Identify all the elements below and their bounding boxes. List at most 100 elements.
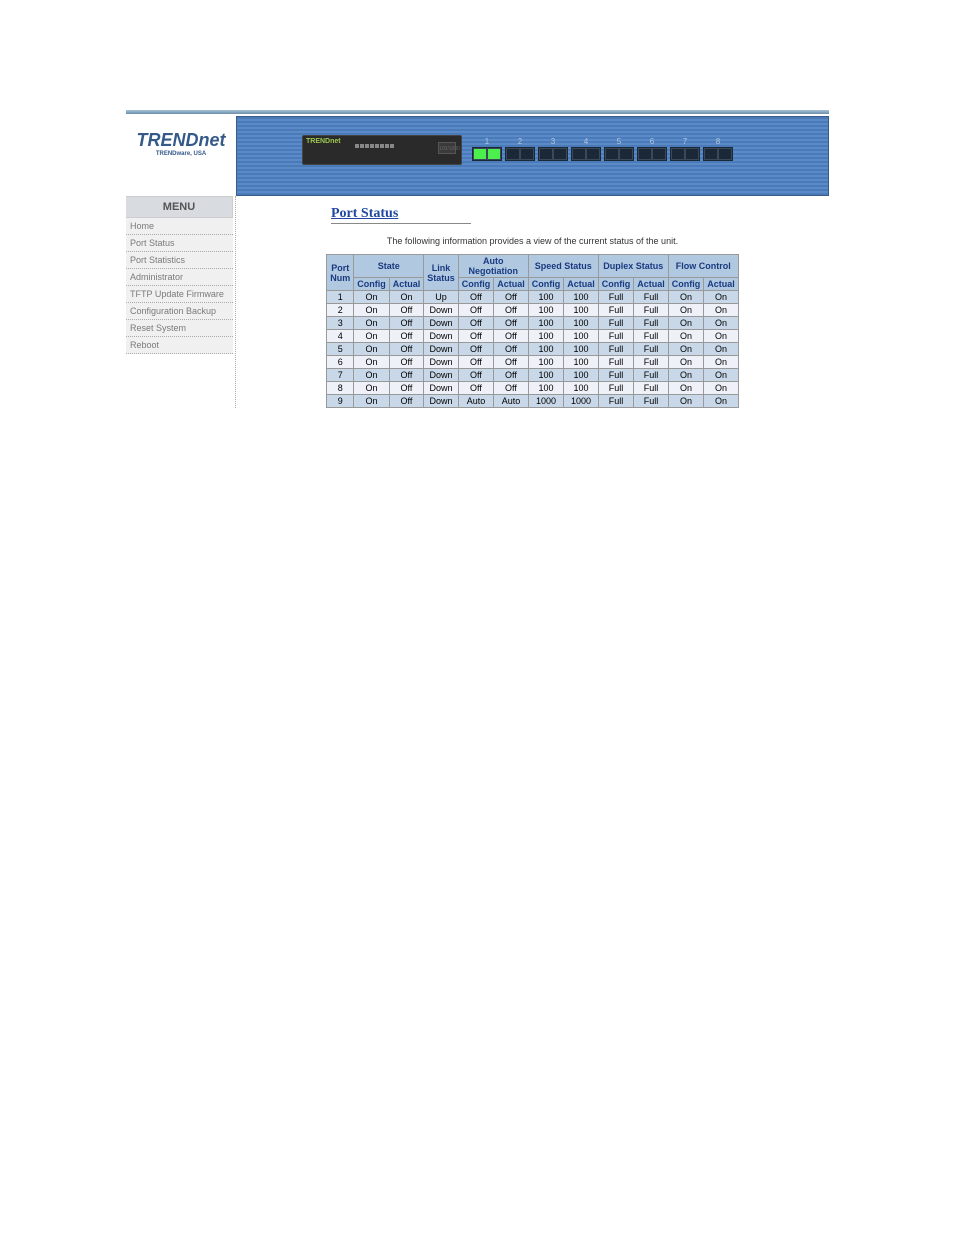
port-jack xyxy=(704,148,718,160)
cell: On xyxy=(354,343,390,356)
cell: On xyxy=(668,304,704,317)
cell: Full xyxy=(634,317,669,330)
cell: On xyxy=(668,330,704,343)
cell: Off xyxy=(494,356,529,369)
cell: On xyxy=(354,395,390,408)
table-row: 4OnOffDownOffOff100100FullFullOnOn xyxy=(327,330,739,343)
cell: Down xyxy=(424,330,459,343)
cell: Off xyxy=(389,343,424,356)
cell: Off xyxy=(458,330,494,343)
port-jack xyxy=(572,148,586,160)
port-pair xyxy=(505,147,535,161)
menu-item-port-status[interactable]: Port Status xyxy=(126,235,233,252)
menu-item-reboot[interactable]: Reboot xyxy=(126,337,233,354)
port-label: 1 xyxy=(485,137,489,146)
cell: On xyxy=(668,395,704,408)
cell: Down xyxy=(424,382,459,395)
cell: Full xyxy=(598,291,634,304)
cell: Full xyxy=(598,304,634,317)
cell: Full xyxy=(634,330,669,343)
device-banner: TRENDnet 100/1000 12345678 xyxy=(236,116,829,196)
port-group-7: 7 xyxy=(670,137,700,161)
cell: 100 xyxy=(528,369,564,382)
port-label: 4 xyxy=(584,137,588,146)
cell: Full xyxy=(598,317,634,330)
cell: On xyxy=(704,291,739,304)
port-group-2: 2 xyxy=(505,137,535,161)
port-jack xyxy=(638,148,652,160)
cell: Down xyxy=(424,304,459,317)
top-divider xyxy=(126,110,829,114)
port-jack xyxy=(586,148,600,160)
cell: On xyxy=(354,382,390,395)
cell: Down xyxy=(424,343,459,356)
cell: 3 xyxy=(327,317,354,330)
table-row: 8OnOffDownOffOff100100FullFullOnOn xyxy=(327,382,739,395)
th-neg-actual: Actual xyxy=(494,278,529,291)
table-row: 9OnOffDownAutoAuto10001000FullFullOnOn xyxy=(327,395,739,408)
cell: 7 xyxy=(327,369,354,382)
device-screen: 100/1000 xyxy=(438,142,456,154)
cell: On xyxy=(704,369,739,382)
port-label: 8 xyxy=(716,137,720,146)
cell: Off xyxy=(389,304,424,317)
port-group-1: 1 xyxy=(472,137,502,161)
port-jack xyxy=(553,148,567,160)
th-link: Link Status xyxy=(424,255,459,291)
cell: Off xyxy=(389,317,424,330)
cell: Off xyxy=(458,291,494,304)
port-jack xyxy=(520,148,534,160)
cell: 100 xyxy=(528,343,564,356)
cell: Off xyxy=(458,356,494,369)
port-group-8: 8 xyxy=(703,137,733,161)
th-speed: Speed Status xyxy=(528,255,598,278)
port-label: 6 xyxy=(650,137,654,146)
cell: 100 xyxy=(528,382,564,395)
port-pair xyxy=(637,147,667,161)
cell: On xyxy=(704,304,739,317)
cell: Down xyxy=(424,369,459,382)
cell: Off xyxy=(494,382,529,395)
cell: Down xyxy=(424,317,459,330)
menu-list: HomePort StatusPort StatisticsAdministra… xyxy=(126,218,233,354)
menu-item-port-statistics[interactable]: Port Statistics xyxy=(126,252,233,269)
port-label: 5 xyxy=(617,137,621,146)
cell: 9 xyxy=(327,395,354,408)
port-jack xyxy=(685,148,699,160)
cell: 100 xyxy=(528,356,564,369)
cell: 100 xyxy=(528,291,564,304)
content: Port Status The following information pr… xyxy=(236,196,829,408)
th-speed-config: Config xyxy=(528,278,564,291)
cell: Off xyxy=(494,343,529,356)
table-row: 5OnOffDownOffOff100100FullFullOnOn xyxy=(327,343,739,356)
th-flow-actual: Actual xyxy=(704,278,739,291)
port-group-5: 5 xyxy=(604,137,634,161)
menu-item-administrator[interactable]: Administrator xyxy=(126,269,233,286)
menu-item-reset-system[interactable]: Reset System xyxy=(126,320,233,337)
port-jack xyxy=(671,148,685,160)
cell: 6 xyxy=(327,356,354,369)
device-brand: TRENDnet xyxy=(306,138,341,145)
port-group-6: 6 xyxy=(637,137,667,161)
port-icons: 12345678 xyxy=(472,137,733,161)
cell: On xyxy=(354,291,390,304)
port-pair xyxy=(670,147,700,161)
cell: On xyxy=(704,356,739,369)
port-group-3: 3 xyxy=(538,137,568,161)
cell: 100 xyxy=(528,304,564,317)
cell: Full xyxy=(634,343,669,356)
port-jack xyxy=(718,148,732,160)
cell: 5 xyxy=(327,343,354,356)
cell: On xyxy=(668,317,704,330)
cell: 100 xyxy=(564,304,599,317)
cell: On xyxy=(668,291,704,304)
table-row: 3OnOffDownOffOff100100FullFullOnOn xyxy=(327,317,739,330)
menu-item-home[interactable]: Home xyxy=(126,218,233,235)
cell: Full xyxy=(634,395,669,408)
menu-item-tftp-update-firmware[interactable]: TFTP Update Firmware xyxy=(126,286,233,303)
cell: 1000 xyxy=(528,395,564,408)
port-jack xyxy=(487,148,501,160)
cell: Full xyxy=(634,369,669,382)
cell: On xyxy=(668,356,704,369)
menu-item-configuration-backup[interactable]: Configuration Backup xyxy=(126,303,233,320)
